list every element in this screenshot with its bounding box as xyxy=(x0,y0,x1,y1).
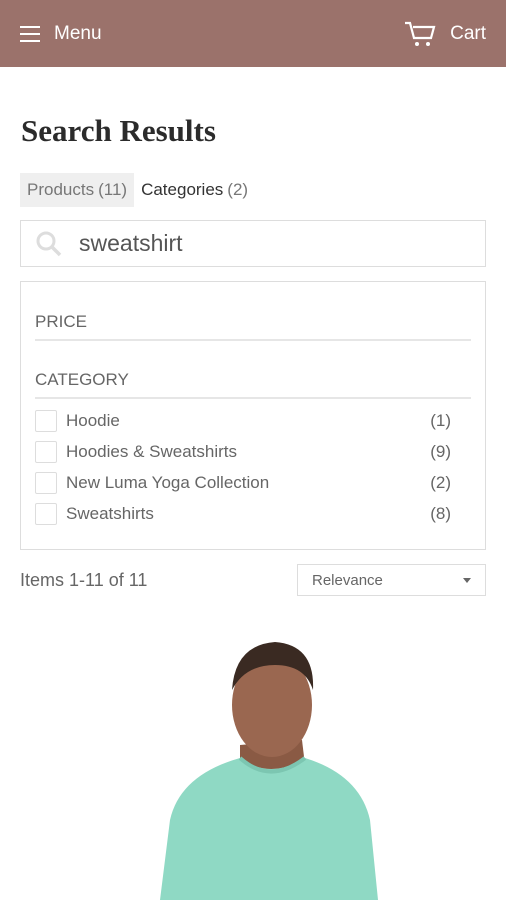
cart-icon xyxy=(405,21,436,46)
option-label: Hoodies & Sweatshirts xyxy=(66,442,238,461)
page-title: Search Results xyxy=(21,113,216,148)
option-count: (1) xyxy=(430,411,451,430)
sort-value: Relevance xyxy=(312,571,383,589)
product-image[interactable] xyxy=(130,630,390,900)
search-icon xyxy=(36,231,62,256)
option-label: Sweatshirts xyxy=(66,504,154,523)
sort-select[interactable]: Relevance xyxy=(297,564,486,596)
option-count: (9) xyxy=(430,442,451,461)
option-label: Hoodie xyxy=(66,411,120,430)
search-input[interactable] xyxy=(77,229,461,258)
checkbox[interactable] xyxy=(35,472,57,494)
tab-categories[interactable]: Categories (2) xyxy=(134,173,255,207)
category-option[interactable]: New Luma Yoga Collection (2) xyxy=(35,472,451,494)
category-option[interactable]: Hoodies & Sweatshirts (9) xyxy=(35,441,451,463)
option-count: (8) xyxy=(430,504,451,523)
checkbox[interactable] xyxy=(35,410,57,432)
search-box xyxy=(20,220,486,267)
filter-panel: PRICE CATEGORY Hoodie (1) Hoodies & Sweat… xyxy=(20,281,486,550)
tab-label: Categories xyxy=(141,180,224,199)
tab-label: Products xyxy=(27,180,95,199)
chevron-down-icon xyxy=(463,577,471,583)
option-label: New Luma Yoga Collection xyxy=(66,473,270,492)
checkbox[interactable] xyxy=(35,503,57,525)
tab-count: (2) xyxy=(227,180,249,199)
hamburger-icon xyxy=(20,25,40,42)
cart-label: Cart xyxy=(450,22,486,44)
checkbox[interactable] xyxy=(35,441,57,463)
results-count: Items 1-11 of 11 xyxy=(20,570,148,590)
menu-button[interactable]: Menu xyxy=(20,23,102,45)
option-count: (2) xyxy=(430,473,451,492)
category-option[interactable]: Hoodie (1) xyxy=(35,410,451,432)
result-tabs: Products (11) Categories (2) xyxy=(20,173,255,207)
tab-count: (11) xyxy=(98,180,128,199)
cart-button[interactable]: Cart xyxy=(404,21,486,47)
category-option[interactable]: Sweatshirts (8) xyxy=(35,503,451,525)
filter-category[interactable]: CATEGORY xyxy=(35,370,471,399)
header: Menu Cart xyxy=(0,0,506,67)
filter-price[interactable]: PRICE xyxy=(35,312,471,341)
menu-label: Menu xyxy=(54,22,102,44)
tab-products[interactable]: Products (11) xyxy=(20,173,135,207)
